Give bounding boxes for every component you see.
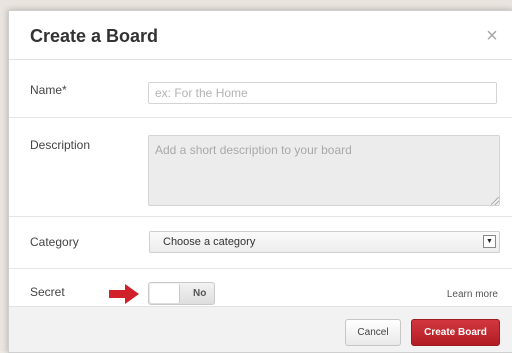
- red-arrow-right-icon: [109, 284, 139, 304]
- toggle-state-text: No: [193, 288, 207, 299]
- secret-label: Secret: [30, 285, 65, 299]
- description-label: Description: [30, 138, 91, 152]
- description-row: Description: [9, 118, 512, 217]
- name-row: Name*: [9, 60, 512, 118]
- description-textarea[interactable]: [148, 135, 500, 206]
- learn-more-link[interactable]: Learn more: [447, 289, 498, 300]
- dropdown-arrow-icon[interactable]: ▼: [483, 235, 496, 248]
- create-board-dialog: Create a Board × Name* Description Categ…: [8, 10, 512, 353]
- create-board-button[interactable]: Create Board: [411, 319, 500, 346]
- toggle-knob[interactable]: [150, 284, 180, 303]
- category-select[interactable]: Choose a category ▼: [149, 231, 500, 253]
- name-label: Name*: [30, 83, 67, 97]
- name-input[interactable]: [148, 82, 497, 104]
- dialog-footer: Cancel Create Board: [9, 306, 512, 352]
- resize-grip-icon[interactable]: [491, 197, 499, 205]
- secret-toggle[interactable]: No: [148, 282, 215, 305]
- dialog-title: Create a Board: [30, 26, 159, 46]
- close-icon[interactable]: ×: [482, 26, 502, 46]
- dialog-header: Create a Board ×: [9, 11, 512, 60]
- category-row: Category Choose a category ▼: [9, 217, 512, 269]
- cancel-button[interactable]: Cancel: [345, 319, 401, 346]
- category-label: Category: [30, 235, 79, 249]
- category-selected-value: Choose a category: [163, 236, 256, 248]
